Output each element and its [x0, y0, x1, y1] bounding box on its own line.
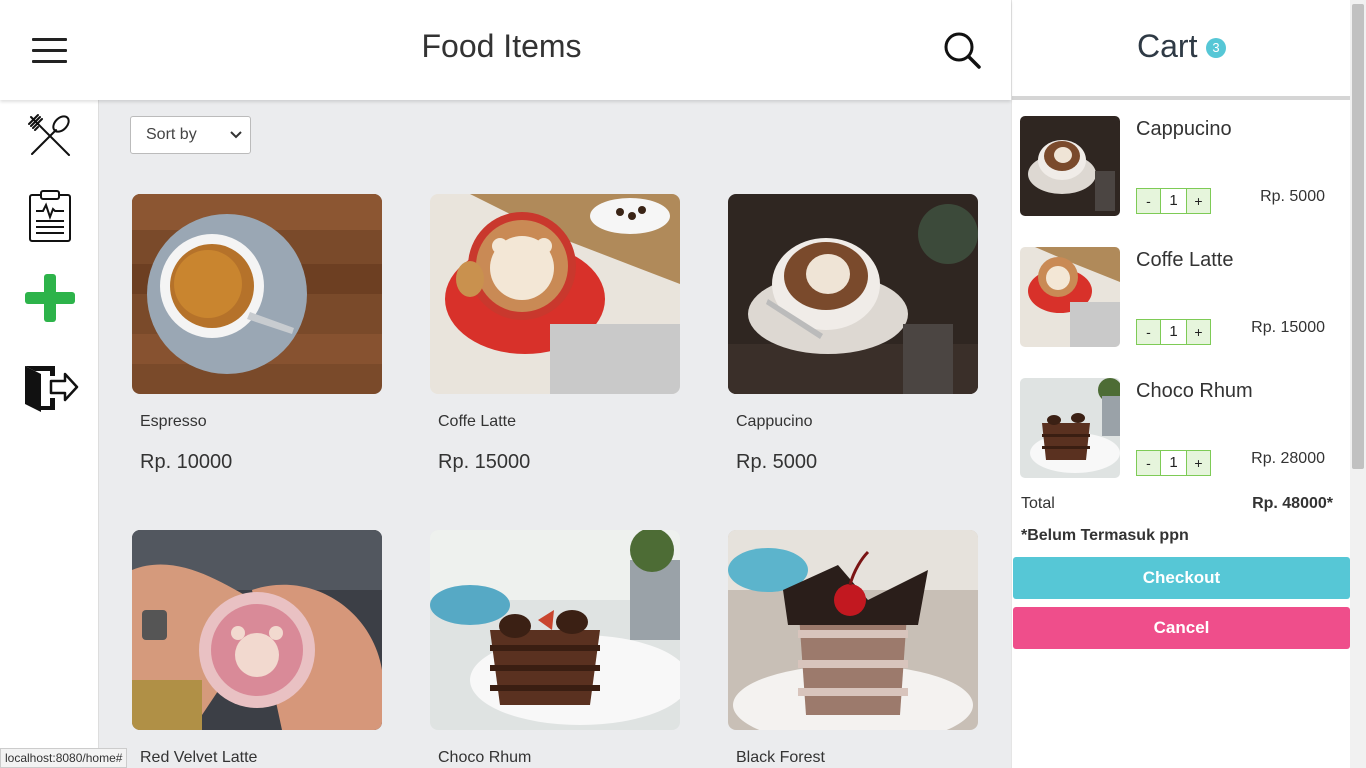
product-card[interactable]: Red Velvet Latte [132, 530, 382, 766]
header: Food Items [0, 0, 1011, 100]
quantity-value: 1 [1161, 450, 1186, 476]
quantity-stepper: - 1 + [1136, 450, 1211, 476]
search-icon[interactable] [942, 30, 982, 70]
product-price: Rp. 10000 [140, 451, 233, 473]
status-url: localhost:8080/home# [0, 748, 128, 768]
increase-button[interactable]: + [1186, 188, 1211, 214]
cart-item-name: Coffe Latte [1136, 249, 1234, 271]
product-grid-area: Sort by Espresso Rp. 10000 Coffe Latte R… [99, 100, 1011, 768]
increase-button[interactable]: + [1186, 450, 1211, 476]
espresso-image[interactable] [132, 194, 382, 394]
cart-item-name: Choco Rhum [1136, 380, 1253, 402]
sidebar [0, 100, 99, 768]
choco-rhum-image[interactable] [430, 530, 680, 730]
coffe-latte-image[interactable] [430, 194, 680, 394]
sort-label: Sort by [146, 126, 197, 143]
total-label: Total [1021, 495, 1055, 512]
cart-item: Cappucino - 1 + Rp. 5000 [1020, 116, 1350, 216]
cart-item-image [1020, 378, 1120, 478]
cart-item: Coffe Latte - 1 + Rp. 15000 [1020, 247, 1350, 347]
cancel-button[interactable]: Cancel [1013, 607, 1350, 649]
product-name: Red Velvet Latte [140, 749, 258, 766]
cart-item-price: Rp. 5000 [1260, 188, 1325, 205]
black-forest-image[interactable] [728, 530, 978, 730]
quantity-stepper: - 1 + [1136, 188, 1211, 214]
product-name: Espresso [140, 413, 207, 430]
product-card[interactable]: Choco Rhum [430, 530, 680, 766]
page-title: Food Items [421, 28, 582, 64]
scrollbar-thumb[interactable] [1352, 4, 1364, 469]
product-name: Cappucino [736, 413, 813, 430]
red-velvet-latte-image[interactable] [132, 530, 382, 730]
total-value: Rp. 48000* [1252, 495, 1333, 512]
product-card[interactable]: Espresso Rp. 10000 [132, 194, 382, 473]
product-name: Choco Rhum [438, 749, 532, 766]
cart-item-image [1020, 116, 1120, 216]
clipboard-icon[interactable] [19, 188, 81, 244]
decrease-button[interactable]: - [1136, 319, 1161, 345]
product-card[interactable]: Cappucino Rp. 5000 [728, 194, 978, 473]
cart-item-image [1020, 247, 1120, 347]
logout-icon[interactable] [19, 360, 81, 416]
checkout-button[interactable]: Checkout [1013, 557, 1350, 599]
chevron-down-icon [230, 131, 242, 139]
product-price: Rp. 15000 [438, 451, 531, 473]
cart-panel: Cart 3 Cappucino - 1 + Rp. 5000 Coffe La… [1011, 0, 1351, 768]
quantity-value: 1 [1161, 188, 1186, 214]
cart-title: Cart [1137, 28, 1198, 64]
decrease-button[interactable]: - [1136, 188, 1161, 214]
product-card[interactable]: Black Forest [728, 530, 978, 766]
product-name: Coffe Latte [438, 413, 516, 430]
scrollbar[interactable] [1350, 0, 1366, 768]
cappucino-image[interactable] [728, 194, 978, 394]
quantity-value: 1 [1161, 319, 1186, 345]
tax-note: *Belum Termasuk ppn [1021, 527, 1189, 544]
increase-button[interactable]: + [1186, 319, 1211, 345]
cart-header: Cart 3 [1012, 0, 1351, 100]
sort-select[interactable]: Sort by [130, 116, 251, 154]
utensils-icon[interactable] [19, 108, 81, 164]
plus-icon[interactable] [19, 270, 81, 326]
product-price: Rp. 5000 [736, 451, 818, 473]
decrease-button[interactable]: - [1136, 450, 1161, 476]
product-name: Black Forest [736, 749, 825, 766]
product-card[interactable]: Coffe Latte Rp. 15000 [430, 194, 680, 473]
cart-item-price: Rp. 28000 [1251, 450, 1325, 467]
cart-item: Choco Rhum - 1 + Rp. 28000 [1020, 378, 1350, 478]
quantity-stepper: - 1 + [1136, 319, 1211, 345]
cart-item-price: Rp. 15000 [1251, 319, 1325, 336]
cart-item-name: Cappucino [1136, 118, 1232, 140]
cart-count-badge: 3 [1206, 38, 1226, 58]
